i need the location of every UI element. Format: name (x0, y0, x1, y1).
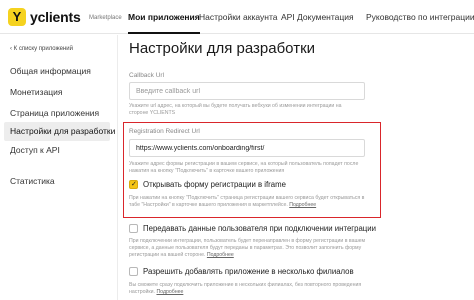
transfer-user-data-checkbox[interactable] (129, 224, 138, 233)
page-title: Настройки для разработки (129, 40, 316, 57)
iframe-more-link[interactable]: Подробнее (289, 202, 316, 208)
sidebar-item-general-info[interactable]: Общая информация (4, 62, 110, 81)
brand-name[interactable]: yclients (30, 9, 81, 25)
sidebar-item-app-page[interactable]: Страница приложения (4, 104, 110, 123)
callback-url-hint: Укажите url адрес, на который вы будете … (129, 103, 342, 116)
transfer-user-data-label[interactable]: Передавать данные пользователя при подкл… (143, 224, 376, 233)
sidebar-item-monetization[interactable]: Монетизация (4, 83, 110, 102)
yclients-logo-icon[interactable]: Y (8, 8, 26, 26)
transfer-more-link[interactable]: Подробнее (207, 252, 234, 258)
iframe-hint-text: При нажатии на кнопку "Подключить" стран… (129, 195, 365, 208)
brand-subtitle: Marketplace (89, 15, 122, 21)
multi-branch-label[interactable]: Разрешить добавлять приложение в несколь… (143, 267, 354, 276)
multi-branch-hint: Вы сможете сразу подключить приложение в… (129, 282, 367, 296)
transfer-user-data-hint: При подключении интеграции, пользователь… (129, 238, 367, 259)
redirect-url-hint: Укажите адрес формы регистрации в вашем … (129, 161, 359, 174)
check-icon: ✓ (131, 181, 137, 188)
redirect-url-label: Registration Redirect Url (129, 128, 200, 135)
nav-api-docs[interactable]: API Документация (281, 0, 354, 34)
nav-integration-guide[interactable]: Руководство по интеграции (366, 0, 474, 34)
sidebar-item-dev-settings[interactable]: Настройки для разработки (4, 122, 115, 141)
back-to-apps-link[interactable]: ‹ К списку приложений (10, 46, 73, 52)
transfer-hint-text: При подключении интеграции, пользователь… (129, 238, 366, 258)
logo-letter: Y (12, 9, 22, 24)
callback-url-input[interactable] (129, 82, 365, 100)
sidebar-item-statistics[interactable]: Статистика (4, 172, 110, 191)
top-bar: Y yclients Marketplace Мои приложения На… (0, 0, 474, 34)
sidebar: ‹ К списку приложений Общая информация М… (0, 35, 118, 300)
multi-branch-checkbox[interactable] (129, 267, 138, 276)
redirect-url-input[interactable] (129, 139, 365, 157)
nav-my-apps[interactable]: Мои приложения (128, 0, 200, 34)
multi-more-link[interactable]: Подробнее (156, 289, 183, 295)
back-link-label: К списку приложений (13, 46, 73, 52)
callback-url-label: Callback Url (129, 72, 165, 79)
iframe-hint: При нажатии на кнопку "Подключить" стран… (129, 195, 367, 209)
iframe-checkbox-label[interactable]: Открывать форму регистрации в iframe (143, 180, 286, 189)
nav-account-settings[interactable]: Настройки аккаунта (199, 0, 278, 34)
sidebar-item-api-access[interactable]: Доступ к API (4, 141, 110, 160)
iframe-checkbox[interactable]: ✓ (129, 180, 138, 189)
main-content: Настройки для разработки Callback Url Ук… (118, 35, 474, 300)
